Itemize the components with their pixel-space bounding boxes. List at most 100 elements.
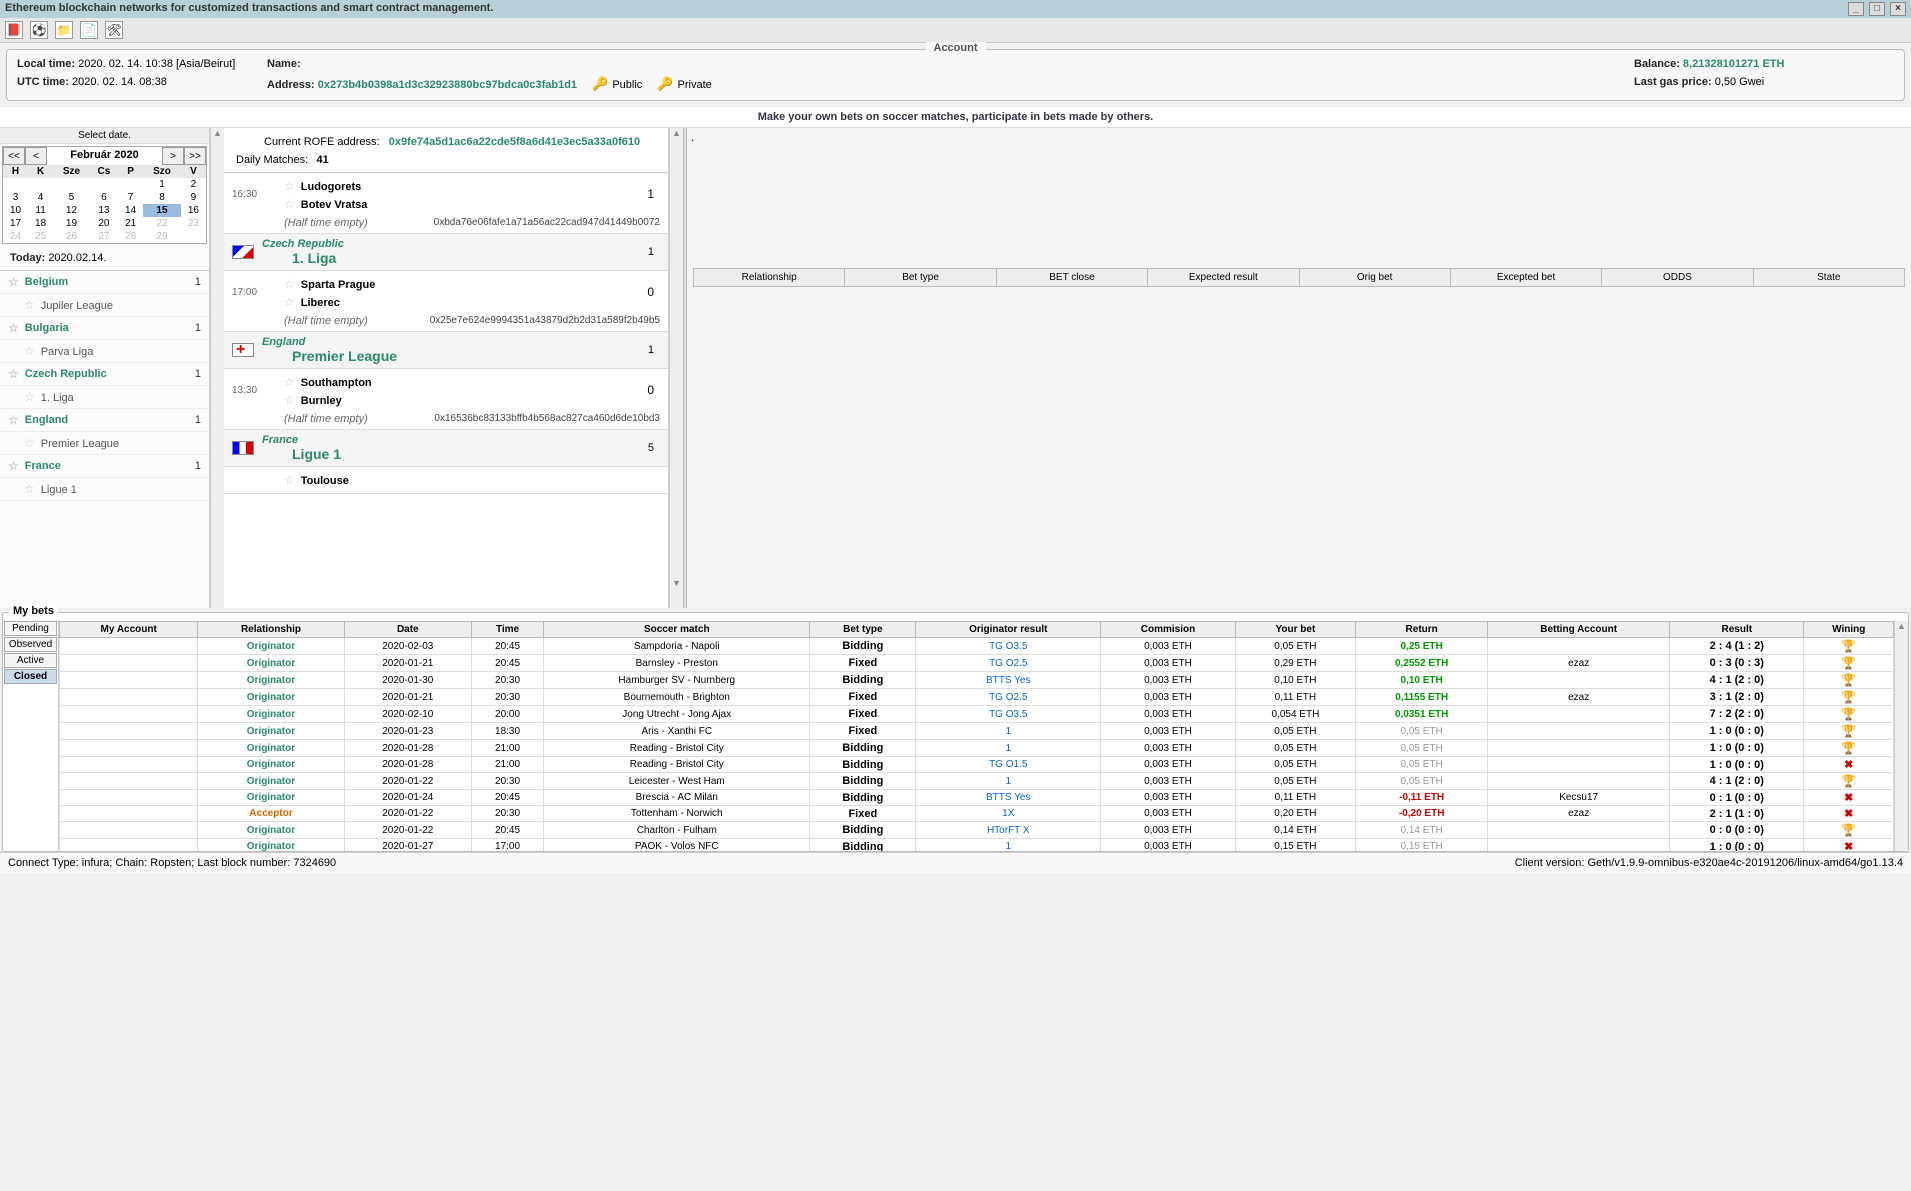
cal-day-cell[interactable]: 21 (118, 217, 143, 230)
country-row[interactable]: ☆Belgium1 (0, 271, 209, 294)
star-icon[interactable]: ☆ (8, 321, 19, 335)
mybets-tab[interactable]: Observed (4, 637, 57, 652)
league-row[interactable]: ☆1. Liga (0, 386, 209, 409)
star-icon[interactable]: ☆ (284, 295, 295, 309)
cal-day-cell[interactable]: 17 (3, 217, 28, 230)
cal-prev-button[interactable]: < (25, 147, 47, 165)
cal-last-button[interactable]: >> (184, 147, 206, 165)
match-row[interactable]: ☆Toulouse (224, 467, 668, 494)
cal-day-cell[interactable]: 23 (181, 217, 206, 230)
star-icon[interactable]: ☆ (284, 197, 295, 211)
mybets-row[interactable]: Originator2020-01-2220:45Charlton - Fulh… (60, 822, 1894, 839)
cal-day-cell[interactable]: 25 (28, 230, 53, 243)
minimize-button[interactable]: _ (1848, 2, 1864, 16)
scroll-up-icon[interactable]: ▲ (1895, 621, 1908, 631)
cal-day-cell[interactable]: 27 (90, 230, 118, 243)
mybets-row[interactable]: Originator2020-01-2120:30Bournemouth - B… (60, 689, 1894, 706)
cal-day-cell[interactable]: 24 (3, 230, 28, 243)
league-row[interactable]: ☆Jupiler League (0, 294, 209, 317)
match-row[interactable]: 16:30☆Ludogorets☆Botev Vratsa1(Half time… (224, 173, 668, 234)
star-icon[interactable]: ☆ (8, 459, 19, 473)
league-header[interactable]: EnglandPremier League1 (224, 332, 668, 369)
star-icon[interactable]: ☆ (284, 277, 295, 291)
cal-day-cell[interactable]: 4 (28, 191, 53, 204)
country-row[interactable]: ☆France1 (0, 455, 209, 478)
document-icon[interactable]: 📄 (80, 21, 98, 39)
league-row[interactable]: ☆Premier League (0, 432, 209, 455)
cal-day-cell[interactable]: 8 (143, 191, 181, 204)
cal-day-cell[interactable]: 29 (143, 230, 181, 243)
close-button[interactable]: × (1890, 2, 1906, 16)
star-icon[interactable]: ☆ (8, 275, 19, 289)
cal-day-cell[interactable]: 11 (28, 204, 53, 217)
league-row[interactable]: ☆Parva Liga (0, 340, 209, 363)
cal-day-cell[interactable]: 2 (181, 178, 206, 191)
star-icon[interactable]: ☆ (284, 393, 295, 407)
book-icon[interactable]: 📕 (5, 21, 23, 39)
mybets-row[interactable]: Originator2020-01-2220:30Leicester - Wes… (60, 773, 1894, 790)
scroll-up-icon[interactable]: ▲ (211, 128, 224, 138)
cal-day-cell[interactable]: 5 (53, 191, 90, 204)
mybets-row[interactable]: Originator2020-02-0320:45Sampdoria - Nap… (60, 638, 1894, 655)
scroll-up-icon[interactable]: ▲ (670, 128, 683, 138)
scroll-down-icon[interactable]: ▼ (670, 578, 683, 588)
cal-day-cell[interactable]: 1 (143, 178, 181, 191)
mybets-row[interactable]: Originator2020-01-2717:00PAOK - Volos NF… (60, 839, 1894, 852)
mybets-row[interactable]: Originator2020-01-3020:30Hamburger SV - … (60, 672, 1894, 689)
cal-day-cell[interactable]: 22 (143, 217, 181, 230)
star-icon[interactable]: ☆ (24, 436, 35, 450)
cal-day-cell[interactable]: 9 (181, 191, 206, 204)
star-icon[interactable]: ☆ (8, 413, 19, 427)
country-row[interactable]: ☆England1 (0, 409, 209, 432)
country-row[interactable]: ☆Czech Republic1 (0, 363, 209, 386)
cal-day-cell[interactable]: 14 (118, 204, 143, 217)
country-row[interactable]: ☆Bulgaria1 (0, 317, 209, 340)
cal-day-cell[interactable]: 15 (143, 204, 181, 217)
star-icon[interactable]: ☆ (284, 375, 295, 389)
maximize-button[interactable]: □ (1869, 2, 1885, 16)
cal-day-cell[interactable]: 20 (90, 217, 118, 230)
cal-day-cell[interactable]: 13 (90, 204, 118, 217)
star-icon[interactable]: ☆ (24, 390, 35, 404)
public-label[interactable]: Public (612, 79, 642, 91)
cal-day-cell[interactable]: 28 (118, 230, 143, 243)
mybets-row[interactable]: Originator2020-02-1020:00Jong Utrecht - … (60, 706, 1894, 723)
star-icon[interactable]: ☆ (24, 482, 35, 496)
cal-day-cell[interactable]: 12 (53, 204, 90, 217)
soccer-icon[interactable]: ⚽ (30, 21, 48, 39)
mybets-row[interactable]: Originator2020-01-2318:30Aris - Xanthi F… (60, 723, 1894, 740)
mybets-tab[interactable]: Active (4, 653, 57, 668)
star-icon[interactable]: ☆ (284, 473, 295, 487)
star-icon[interactable]: ☆ (284, 179, 295, 193)
cal-day-cell[interactable]: 26 (53, 230, 90, 243)
cal-first-button[interactable]: << (3, 147, 25, 165)
mybets-tab[interactable]: Pending (4, 621, 57, 636)
league-header[interactable]: FranceLigue 15 (224, 430, 668, 467)
match-row[interactable]: 17:00☆Sparta Prague☆Liberec0(Half time e… (224, 271, 668, 332)
league-header[interactable]: Czech Republic1. Liga1 (224, 234, 668, 271)
cal-day-cell[interactable]: 6 (90, 191, 118, 204)
star-icon[interactable]: ☆ (8, 367, 19, 381)
mybets-row[interactable]: Originator2020-01-2120:45Barnsley - Pres… (60, 655, 1894, 672)
private-label[interactable]: Private (678, 79, 712, 91)
cal-day-cell[interactable]: 3 (3, 191, 28, 204)
cal-day-cell[interactable]: 19 (53, 217, 90, 230)
cal-day-cell[interactable]: 18 (28, 217, 53, 230)
star-icon[interactable]: ☆ (24, 344, 35, 358)
folder-icon[interactable]: 📁 (55, 21, 73, 39)
league-row[interactable]: ☆Ligue 1 (0, 478, 209, 501)
mybets-row[interactable]: Originator2020-01-2420:45Brescia - AC Mi… (60, 790, 1894, 806)
address-value[interactable]: 0x273b4b0398a1d3c32923880bc97bdca0c3fab1… (318, 79, 577, 91)
star-icon[interactable]: ☆ (24, 298, 35, 312)
cal-day-cell[interactable]: 16 (181, 204, 206, 217)
match-row[interactable]: 13:30☆Southampton☆Burnley0(Half time emp… (224, 369, 668, 430)
cal-day-cell[interactable]: 7 (118, 191, 143, 204)
cal-next-button[interactable]: > (162, 147, 184, 165)
mybets-row[interactable]: Originator2020-01-2821:00Reading - Brist… (60, 740, 1894, 757)
mybets-row[interactable]: Originator2020-01-2821:00Reading - Brist… (60, 757, 1894, 773)
tools-icon[interactable]: 🛠 (105, 21, 123, 39)
mybets-row[interactable]: Acceptor2020-01-2220:30Tottenham - Norwi… (60, 806, 1894, 822)
rofe-value[interactable]: 0x9fe74a5d1ac6a22cde5f8a6d41e3ec5a33a0f6… (389, 136, 640, 148)
cal-day-cell[interactable]: 10 (3, 204, 28, 217)
mybets-tab[interactable]: Closed (4, 669, 57, 684)
